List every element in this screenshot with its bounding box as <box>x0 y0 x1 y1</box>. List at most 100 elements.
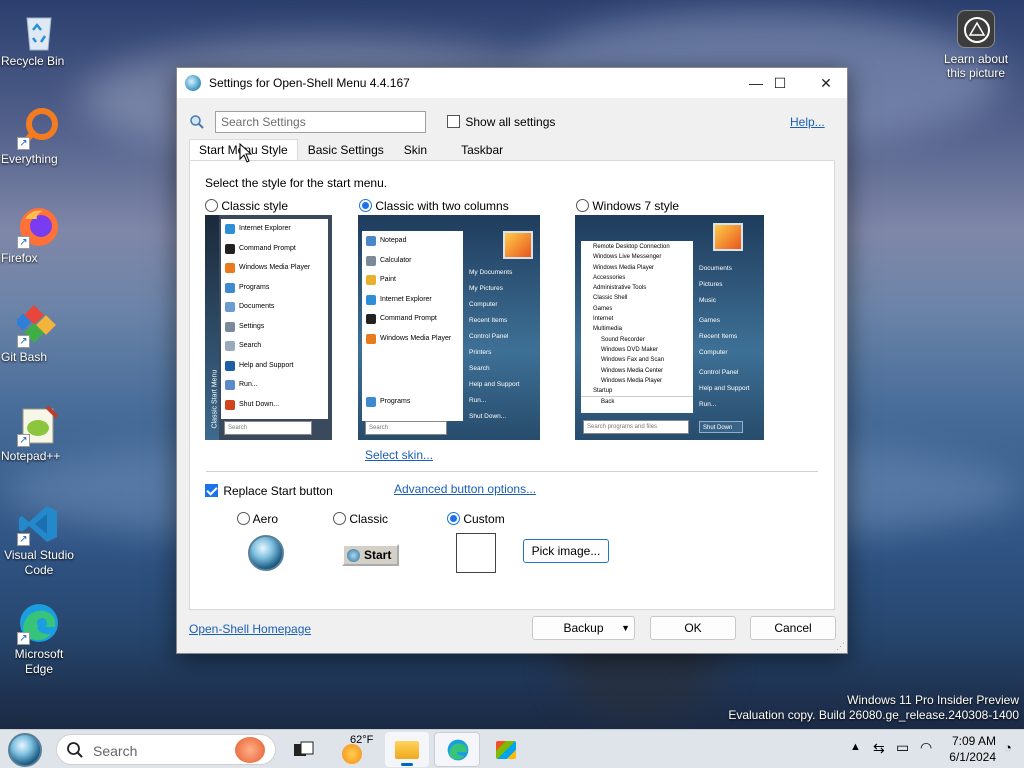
aero-radio[interactable] <box>237 512 250 525</box>
classic-style-radio[interactable] <box>205 199 218 212</box>
pv-w7-item: Accessories <box>593 274 626 281</box>
pv-classic-item: Windows Media Player <box>221 258 328 278</box>
separator <box>206 471 818 472</box>
desktop-icon-everything[interactable]: ↗ Everything <box>1 106 77 166</box>
resize-grip-icon[interactable]: ⋰ <box>836 641 845 652</box>
pv-classic-item: Settings <box>221 317 328 337</box>
classic-start-text: Start <box>364 548 392 562</box>
show-hidden-icons-chevron[interactable]: ▲ <box>850 741 861 753</box>
replace-start-option[interactable]: Replace Start button <box>205 484 333 498</box>
advanced-button-options-link[interactable]: Advanced button options... <box>394 482 536 496</box>
dropdown-arrow-icon: ▼ <box>621 623 630 633</box>
style-classic-option[interactable]: Classic style <box>205 199 288 213</box>
start-button[interactable] <box>8 733 44 767</box>
pv-w7-item: Classic Shell <box>593 295 628 302</box>
pick-image-button[interactable]: Pick image... <box>523 539 609 563</box>
tab-taskbar[interactable]: Taskbar <box>451 139 513 160</box>
cancel-button[interactable]: Cancel <box>750 616 836 640</box>
pv-w7-item: Startup <box>593 388 613 395</box>
close-button[interactable]: ✕ <box>803 68 849 98</box>
notepadpp-icon: ↗ <box>17 403 61 447</box>
title-bar[interactable]: Settings for Open-Shell Menu 4.4.167 — ☐… <box>177 68 847 98</box>
pv-classic-item: Help and Support <box>221 356 328 376</box>
two-columns-radio[interactable] <box>359 199 372 212</box>
replace-start-checkbox[interactable] <box>205 484 218 497</box>
desktop-icon-label: Visual Studio Code <box>4 548 74 577</box>
pv-w7-right-item: Music <box>699 297 716 304</box>
desktop-icon-notepadpp[interactable]: ↗ Notepad++ <box>1 403 77 463</box>
pv-w7-item: Remote Desktop Connection <box>593 244 670 250</box>
custom-radio[interactable] <box>447 512 460 525</box>
pv-two-left-item: Notepad <box>362 231 463 251</box>
pv-w7-right-item: Documents <box>699 265 732 272</box>
desktop-icon-git-bash[interactable]: ↗ Git Bash <box>1 304 77 364</box>
start-orb-icon <box>8 733 42 767</box>
window-title: Settings for Open-Shell Menu 4.4.167 <box>209 76 410 90</box>
pv-two-right-item: Search <box>469 365 490 372</box>
desktop-icon-edge[interactable]: ↗ Microsoft Edge <box>1 601 77 676</box>
pv-w7-search: Search programs and files <box>583 420 689 434</box>
desktop-icon-vscode[interactable]: ↗ Visual Studio Code <box>1 502 77 577</box>
notification-bell-icon[interactable]: ◔ <box>1004 740 1012 755</box>
search-settings-input[interactable]: Search Settings <box>215 111 426 133</box>
ok-button[interactable]: OK <box>650 616 736 640</box>
show-all-settings[interactable]: Show all settings <box>447 115 555 129</box>
custom-label: Custom <box>463 512 505 526</box>
pv-two-left-item: Programs <box>362 392 463 412</box>
taskbar-store[interactable] <box>487 732 527 767</box>
pv-w7-right-item: Pictures <box>699 281 723 288</box>
tab-basic-settings[interactable]: Basic Settings <box>298 139 394 160</box>
taskbar: Search 62°F ▲ ⇆ ▭ ◠ 7:09 AM 6/1/2024 ◔ <box>0 729 1024 768</box>
taskbar-search-box[interactable]: Search <box>56 734 276 765</box>
pv-w7-right-item: Run... <box>699 401 717 408</box>
button-aero-option[interactable]: Aero <box>237 512 278 526</box>
learn-about-picture[interactable]: Learn about this picture <box>936 10 1016 80</box>
backup-button[interactable]: Backup ▼ <box>532 616 635 640</box>
custom-image-box[interactable] <box>456 533 496 573</box>
maximize-button[interactable]: ☐ <box>757 68 803 98</box>
pv-two-right-item: My Documents <box>469 269 513 276</box>
shortcut-arrow-icon: ↗ <box>17 137 30 150</box>
show-all-checkbox[interactable] <box>447 115 460 128</box>
classic-style-preview[interactable]: Classic Start Menu Internet Explorer Com… <box>205 215 332 440</box>
desktop-icon-label: Firefox <box>1 251 38 265</box>
style-two-columns-option[interactable]: Classic with two columns <box>359 199 509 213</box>
clock[interactable]: 7:09 AM 6/1/2024 <box>944 733 996 765</box>
clock-time: 7:09 AM <box>951 734 996 748</box>
taskbar-file-explorer[interactable] <box>385 732 429 767</box>
win7-style-radio[interactable] <box>576 199 589 212</box>
search-highlight-icon <box>235 737 265 763</box>
desktop-icon-label: Git Bash <box>1 350 48 364</box>
weather-widget[interactable]: 62°F <box>340 732 380 768</box>
settings-window: Settings for Open-Shell Menu 4.4.167 — ☐… <box>176 67 848 654</box>
button-classic-option[interactable]: Classic <box>333 512 388 526</box>
folder-icon <box>395 741 419 759</box>
tab-strip: Start Menu Style Basic Settings Skin Tas… <box>189 139 513 161</box>
win7-style-preview[interactable]: Remote Desktop Connection Windows Live M… <box>575 215 764 440</box>
style-win7-option[interactable]: Windows 7 style <box>576 199 679 213</box>
taskbar-edge[interactable] <box>434 732 480 767</box>
pv-two-right-item: My Pictures <box>469 285 503 292</box>
desktop-icon-recycle-bin[interactable]: Recycle Bin <box>1 8 77 68</box>
pv-w7-item: Windows DVD Maker <box>601 346 659 353</box>
homepage-link[interactable]: Open-Shell Homepage <box>189 622 311 636</box>
wifi-off-icon[interactable]: ◠ <box>920 739 932 756</box>
network-icon[interactable]: ⇆ <box>873 740 885 757</box>
button-custom-option[interactable]: Custom <box>447 512 505 526</box>
pv-w7-item: Windows Live Messenger <box>593 254 662 261</box>
classic-radio[interactable] <box>333 512 346 525</box>
classic-style-label: Classic style <box>221 199 289 213</box>
pv-w7-item: Sound Recorder <box>601 336 645 343</box>
tab-skin[interactable]: Skin <box>394 139 437 160</box>
shortcut-arrow-icon: ↗ <box>17 236 30 249</box>
two-columns-preview[interactable]: Notepad Calculator Paint Internet Explor… <box>358 215 540 440</box>
pv-w7-right-item: Recent Items <box>699 333 738 340</box>
shortcut-arrow-icon: ↗ <box>17 335 30 348</box>
display-icon[interactable]: ▭ <box>896 739 909 756</box>
task-view-icon[interactable] <box>292 740 316 760</box>
select-skin-link[interactable]: Select skin... <box>365 448 433 462</box>
help-link[interactable]: Help... <box>790 115 825 129</box>
pv-two-right-item: Run... <box>469 397 487 404</box>
user-picture <box>503 231 533 259</box>
desktop-icon-firefox[interactable]: ↗ Firefox <box>1 205 77 265</box>
